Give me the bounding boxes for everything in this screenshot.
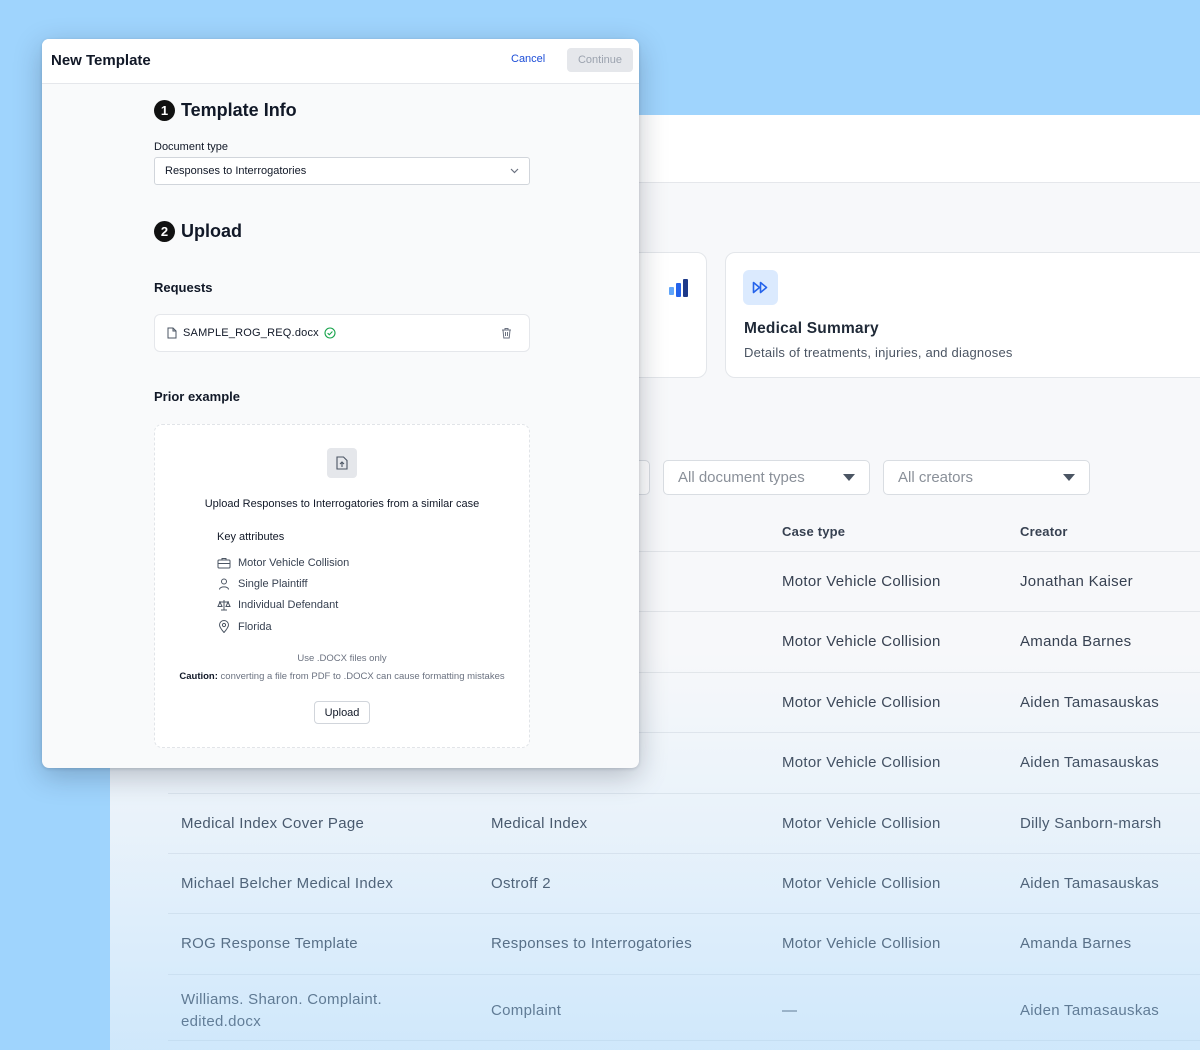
prior-example-label: Prior example [154, 389, 240, 404]
requests-file-name: SAMPLE_ROG_REQ.docx [183, 327, 319, 339]
row-case-type: Motor Vehicle Collision [782, 573, 941, 590]
row-case-type: Motor Vehicle Collision [782, 633, 941, 651]
row-creator: Jonathan Kaiser [1020, 573, 1133, 590]
step-number: 1 [154, 100, 175, 121]
file-icon [167, 327, 177, 339]
row-document-type: Responses to Interrogatories [491, 935, 693, 953]
creator-filter-label: All creators [898, 469, 974, 486]
briefcase-icon [217, 558, 231, 569]
caution-text: converting a file from PDF to .DOCX can … [220, 671, 505, 682]
row-creator: Amanda Barnes [1020, 935, 1132, 953]
chevron-down-icon [510, 168, 519, 174]
row-creator: Aiden Tamasauskas [1020, 693, 1160, 711]
new-template-modal: New Template Cancel Continue 1 Template … [42, 39, 639, 768]
key-attributes-title: Key attributes [217, 531, 285, 543]
fast-forward-icon [743, 270, 778, 305]
attribute-label: Motor Vehicle Collision [238, 557, 350, 569]
creator-filter[interactable]: All creators [883, 460, 1090, 495]
row-case-type: — [782, 1001, 798, 1019]
medical-summary-card[interactable]: Medical Summary Details of treatments, i… [725, 252, 1200, 378]
caution-label: Caution: [179, 671, 218, 682]
document-type-filter-label: All document types [678, 469, 805, 486]
caret-down-icon [1063, 474, 1075, 481]
table-row[interactable]: ROG Response Template Responses to Inter… [168, 914, 1200, 975]
document-type-select[interactable]: Responses to Interrogatories [154, 157, 530, 185]
row-document-type: Ostroff 2 [491, 874, 551, 892]
row-case-type: Motor Vehicle Collision [782, 874, 941, 892]
attribute-location: Florida [217, 620, 272, 633]
row-creator: Aiden Tamasauskas [1020, 1001, 1160, 1019]
continue-button[interactable]: Continue [567, 48, 633, 72]
bars-logo-icon [669, 279, 688, 297]
step-upload: 2 Upload [154, 221, 242, 242]
caret-down-icon [843, 474, 855, 481]
modal-title: New Template [51, 52, 151, 69]
docx-only-note: Use .DOCX files only [297, 653, 387, 664]
step-title: Template Info [181, 100, 297, 120]
table-row[interactable]: Williams. Sharon. Complaint. edited.docx… [168, 975, 1200, 1041]
requests-label: Requests [154, 280, 213, 295]
prior-example-dropzone[interactable]: Upload Responses to Interrogatories from… [154, 424, 530, 748]
attribute-label: Single Plaintiff [238, 578, 308, 590]
cancel-button[interactable]: Cancel [511, 53, 545, 65]
row-creator: Aiden Tamasauskas [1020, 754, 1160, 772]
dropzone-title: Upload Responses to Interrogatories from… [204, 498, 480, 510]
document-type-value: Responses to Interrogatories [165, 165, 307, 177]
requests-file-item: SAMPLE_ROG_REQ.docx [154, 314, 530, 352]
document-type-label: Document type [154, 141, 228, 153]
trash-icon[interactable] [501, 327, 512, 339]
row-name: Michael Belcher Medical Index [181, 874, 394, 892]
row-case-type: Motor Vehicle Collision [782, 935, 941, 953]
step-title: Upload [181, 221, 242, 241]
check-circle-icon [324, 327, 336, 339]
step-number: 2 [154, 221, 175, 242]
step-template-info: 1 Template Info [154, 100, 297, 121]
attribute-label: Florida [238, 620, 272, 633]
attribute-case-type: Motor Vehicle Collision [217, 557, 349, 569]
row-creator: Dilly Sanborn-marsh [1020, 814, 1162, 832]
card-description: Details of treatments, injuries, and dia… [744, 345, 1013, 360]
row-name: ROG Response Template [181, 935, 358, 953]
location-pin-icon [218, 620, 230, 633]
caution-note: Caution: converting a file from PDF to .… [155, 671, 529, 682]
file-upload-icon [327, 448, 357, 478]
row-creator: Aiden Tamasauskas [1020, 874, 1160, 892]
card-title: Medical Summary [744, 320, 879, 337]
document-type-filter[interactable]: All document types [663, 460, 870, 495]
table-row[interactable]: Michael Belcher Medical Index Ostroff 2 … [168, 854, 1200, 915]
attribute-defendant: Individual Defendant [217, 599, 338, 611]
upload-button[interactable]: Upload [314, 701, 370, 724]
row-document-type: Medical Index [491, 814, 588, 832]
row-case-type: Motor Vehicle Collision [782, 814, 941, 832]
attribute-label: Individual Defendant [238, 599, 339, 611]
row-name: Williams. Sharon. Complaint. edited.docx [181, 990, 382, 1030]
column-header-case-type[interactable]: Case type [782, 524, 845, 539]
row-creator: Amanda Barnes [1020, 633, 1132, 651]
row-document-type: Complaint [491, 1001, 562, 1019]
attribute-plaintiff: Single Plaintiff [217, 578, 308, 590]
modal-header: New Template Cancel Continue [42, 39, 639, 84]
scale-icon [217, 600, 231, 611]
row-case-type: Motor Vehicle Collision [782, 693, 941, 711]
row-name: Medical Index Cover Page [181, 814, 365, 832]
table-row[interactable]: Medical Index Cover Page Medical Index M… [168, 794, 1200, 854]
person-icon [219, 578, 229, 590]
row-case-type: Motor Vehicle Collision [782, 754, 941, 772]
column-header-creator[interactable]: Creator [1020, 524, 1068, 539]
